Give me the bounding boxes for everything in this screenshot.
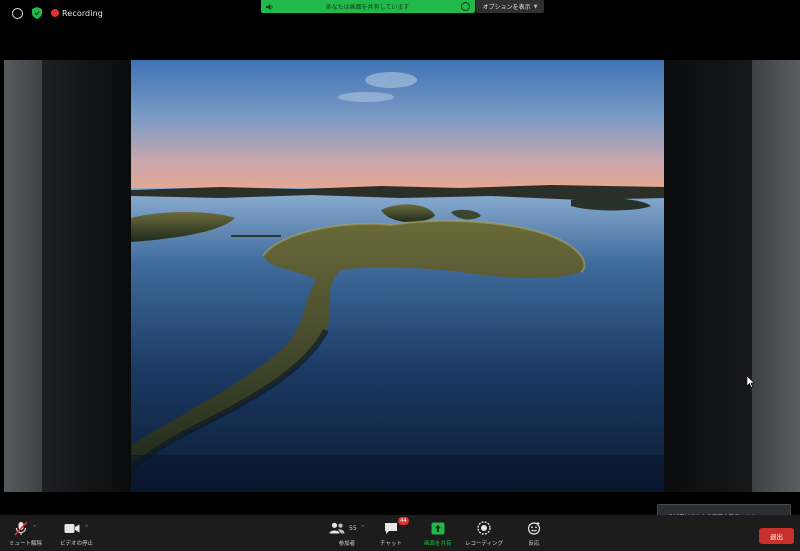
security-shield-icon[interactable] [32, 7, 42, 19]
participants-button[interactable]: 55 ^ 参加者 [329, 520, 365, 547]
speaker-icon [266, 3, 273, 10]
screen-share-banner[interactable]: あなたは画面を共有しています [261, 0, 475, 13]
chat-bubble-icon [384, 522, 397, 534]
screen-margin-right [664, 60, 752, 492]
screen-margin-left [42, 60, 131, 492]
chat-button[interactable]: 44 チャット [380, 517, 409, 547]
top-bar: Recording あなたは画面を共有しています オプションを表示 ▼ [0, 0, 800, 28]
shared-landscape-photo [131, 60, 664, 492]
screen-edge-right [752, 60, 800, 492]
video-camera-icon [64, 523, 80, 533]
mute-options-chevron-icon[interactable]: ^ [32, 525, 36, 531]
recording-label: Recording [62, 8, 103, 18]
reaction-smiley-icon [527, 522, 541, 535]
stop-video-button[interactable]: ^ ビデオの停止 [60, 520, 93, 547]
recording-indicator[interactable]: Recording [51, 9, 103, 18]
view-options-label: オプションを表示 [482, 4, 531, 11]
microphone-muted-icon [14, 520, 28, 536]
meeting-status-group: Recording [12, 6, 103, 20]
participants-label: 参加者 [338, 541, 356, 547]
pause-share-icon[interactable] [461, 2, 470, 11]
video-options-chevron-icon[interactable]: ^ [84, 525, 88, 531]
mute-label: ミュート解除 [9, 541, 43, 547]
reactions-label: 反応 [528, 541, 540, 547]
participants-icon [329, 522, 345, 534]
participants-count: 55 [349, 524, 357, 532]
chat-unread-badge: 44 [397, 517, 409, 525]
meeting-toolbar: ^ ミュート解除 ^ ビデオの停止 55 ^ 参加者 44 チャット 画面を共有… [0, 515, 800, 551]
meeting-info-icon[interactable] [12, 7, 23, 19]
recording-dot-icon [51, 9, 59, 17]
landscape-photo-icon [131, 60, 664, 492]
view-options-button[interactable]: オプションを表示 ▼ [476, 0, 544, 13]
participants-chevron-icon[interactable]: ^ [361, 525, 365, 531]
share-banner-text: あなたは画面を共有しています [325, 4, 410, 11]
record-button[interactable]: レコーディング [465, 520, 503, 547]
reactions-button[interactable]: 反応 [527, 520, 541, 547]
leave-meeting-button[interactable]: 退出 [759, 528, 794, 544]
leave-meeting-label: 退出 [770, 533, 783, 541]
chat-label: チャット [380, 541, 402, 547]
screen-edge-left [4, 60, 42, 492]
share-screen-icon [431, 522, 445, 534]
record-icon [477, 521, 491, 535]
share-screen-button[interactable]: 画面を共有 [424, 520, 452, 547]
mute-button[interactable]: ^ ミュート解除 [9, 520, 42, 547]
share-screen-label: 画面を共有 [424, 541, 452, 547]
mouse-cursor-icon [747, 376, 755, 388]
video-label: ビデオの停止 [60, 541, 94, 547]
chevron-down-icon: ▼ [533, 3, 538, 10]
record-label: レコーディング [465, 541, 504, 547]
